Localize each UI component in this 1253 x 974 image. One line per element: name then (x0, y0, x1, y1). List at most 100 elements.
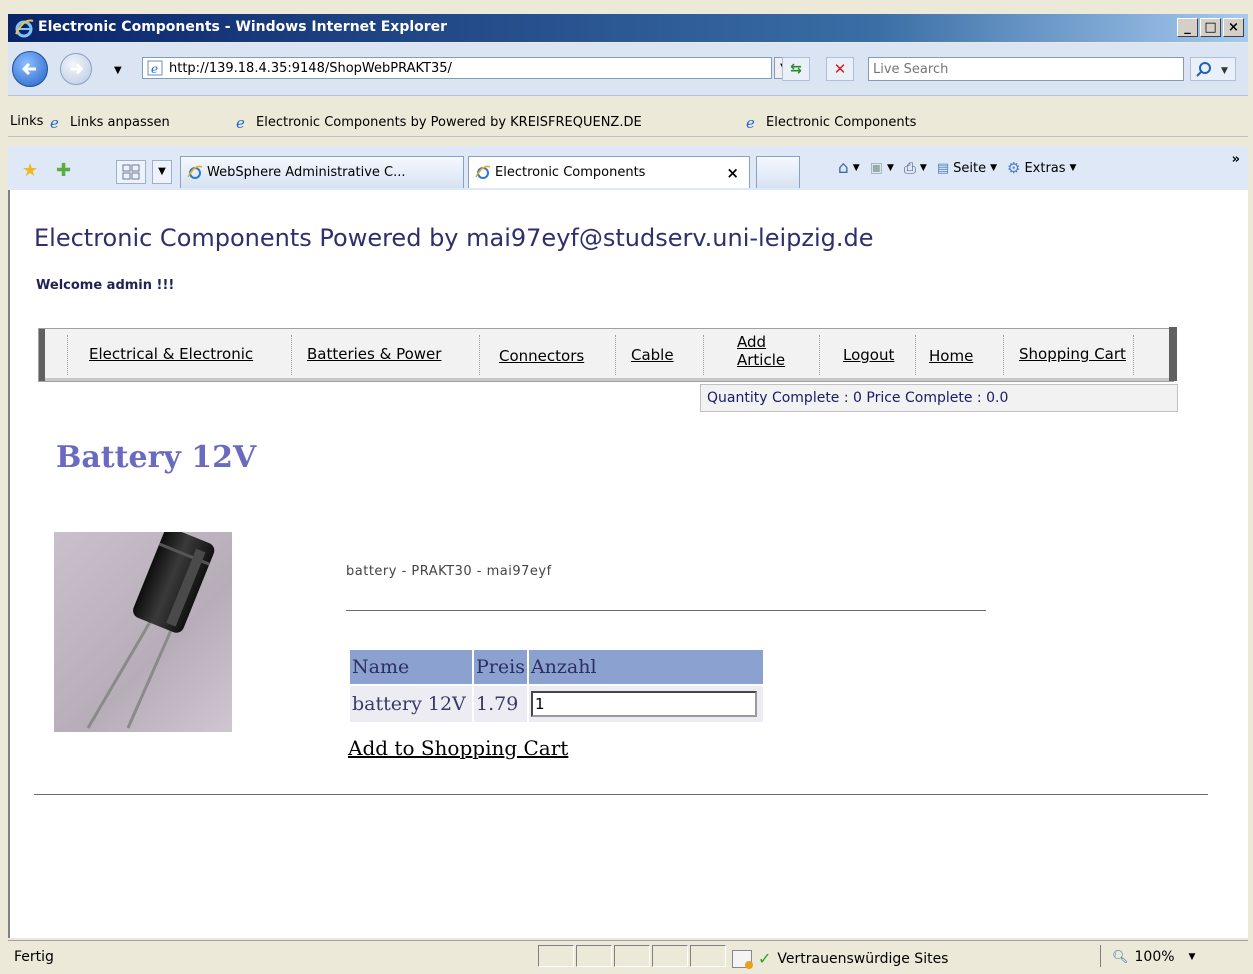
menu-add-article[interactable]: Add Article (737, 333, 785, 369)
main-menu: Electrical & Electronic Batteries & Powe… (38, 327, 1177, 382)
menu-add-article-line1: Add (737, 333, 767, 351)
cell-price: 1.79 (474, 686, 527, 722)
header-quantity: Anzahl (528, 650, 763, 684)
table-row: battery 12V 1.79 (350, 686, 763, 722)
history-dropdown-icon[interactable]: ▼ (114, 65, 122, 76)
zoom-level: 100% (1134, 949, 1175, 965)
extras-menu-button[interactable]: ⚙ Extras ▼ (1007, 159, 1076, 177)
window-title: Electronic Components - Windows Internet… (38, 19, 448, 35)
links-bar: Links e Links anpassen e Electronic Comp… (8, 106, 1248, 137)
title-bar: Electronic Components - Windows Internet… (8, 14, 1248, 42)
svg-text:e: e (151, 62, 158, 76)
link-kreisfrequenz[interactable]: e Electronic Components by Powered by KR… (234, 114, 642, 130)
security-zone-label: Vertrauenswürdige Sites (777, 950, 949, 967)
page-content: Electronic Components Powered by mai97ey… (8, 190, 1248, 938)
add-to-cart-link[interactable]: Add to Shopping Cart (348, 736, 568, 760)
tab-electronic-components-label: Electronic Components (495, 165, 646, 180)
product-table: Name Preis Anzahl battery 12V 1.79 (348, 648, 765, 724)
menu-add-article-line2: Article (737, 351, 786, 369)
gear-icon: ⚙ (1007, 159, 1021, 177)
quick-tabs-icon (122, 164, 140, 180)
menu-connectors[interactable]: Connectors (499, 347, 584, 365)
print-icon: ⎙ (903, 159, 916, 177)
address-toolbar: ▼ e ▼ ⇆ ✕ ▼ (8, 43, 1248, 96)
back-arrow-icon (21, 62, 36, 76)
add-favorite-icon[interactable]: ✚ (56, 160, 71, 181)
search-icon: ▼ (1196, 62, 1228, 77)
quantity-input[interactable] (530, 691, 757, 717)
status-text: Fertig (14, 949, 54, 965)
quick-tabs-button[interactable] (116, 160, 146, 184)
page-menu-button[interactable]: ▤ Seite ▼ (937, 161, 997, 176)
menu-shopping-cart[interactable]: Shopping Cart (1019, 345, 1126, 363)
svg-text:e: e (746, 114, 755, 130)
ie-link-icon: e (236, 114, 245, 130)
ie-tab-icon (475, 165, 491, 179)
cell-quantity (528, 686, 763, 722)
search-input[interactable] (873, 60, 1173, 78)
menu-electrical-electronic[interactable]: Electrical & Electronic (89, 345, 253, 363)
feeds-button[interactable]: ▣ ▼ (870, 160, 894, 176)
refresh-button[interactable]: ⇆ (782, 57, 810, 81)
page-ie-icon: e (147, 60, 163, 76)
home-button[interactable]: ⌂ ▼ (838, 158, 860, 178)
print-button[interactable]: ⎙ ▼ (904, 159, 927, 177)
forward-button[interactable] (60, 53, 92, 85)
zoom-icon: 🔍︎ (1112, 949, 1129, 965)
popup-blocker-icon (732, 949, 753, 969)
link-kreisfrequenz-label: Electronic Components by Powered by KREI… (256, 114, 642, 130)
svg-text:e: e (50, 114, 59, 130)
stop-button[interactable]: ✕ (826, 57, 854, 81)
link-customize[interactable]: e Links anpassen (48, 114, 170, 130)
tab-close-icon[interactable]: × (726, 164, 739, 182)
ie-link-icon: e (50, 114, 59, 130)
menu-home[interactable]: Home (929, 347, 973, 365)
menu-cable[interactable]: Cable (631, 346, 674, 364)
link-electronic-components[interactable]: e Electronic Components (744, 114, 916, 130)
tab-electronic-components[interactable]: Electronic Components × (468, 156, 750, 188)
address-field[interactable]: e (142, 57, 772, 79)
link-customize-label: Links anpassen (70, 114, 170, 130)
url-input[interactable] (169, 59, 749, 77)
tab-websphere[interactable]: WebSphere Administrative C... (180, 156, 464, 188)
zoom-control[interactable]: 🔍︎ 100% ▼ (1112, 949, 1195, 965)
zoom-dropdown-icon: ▼ (1188, 952, 1196, 962)
ie-tab-icon (187, 165, 203, 179)
product-description: battery - PRAKT30 - mai97eyf (346, 564, 552, 579)
search-field[interactable] (868, 57, 1184, 81)
new-tab-button[interactable] (756, 156, 800, 188)
tab-list-dropdown-icon[interactable]: ▼ (152, 160, 172, 184)
tab-websphere-label: WebSphere Administrative C... (207, 165, 406, 180)
search-button[interactable]: ▼ (1190, 57, 1236, 81)
cart-status: Quantity Complete : 0 Price Complete : 0… (700, 384, 1178, 412)
capacitor-image (86, 528, 215, 729)
security-zone[interactable]: ✓ Vertrauenswürdige Sites (732, 949, 949, 969)
product-title: Battery 12V (56, 440, 257, 475)
extras-menu-label: Extras (1024, 160, 1066, 176)
menu-logout[interactable]: Logout (843, 346, 894, 364)
browser-window: Electronic Components - Windows Internet… (0, 0, 1253, 974)
ie-link-icon: e (746, 114, 755, 130)
minimize-button[interactable]: _ (1177, 18, 1198, 37)
page-icon: ▤ (936, 160, 950, 176)
maximize-button[interactable]: □ (1200, 18, 1221, 37)
header-name: Name (350, 650, 472, 684)
favorites-star-icon[interactable]: ★ (22, 160, 38, 181)
product-image (54, 528, 232, 732)
divider (34, 794, 1208, 795)
ie-logo-icon (15, 19, 34, 38)
toolbar-overflow-icon[interactable]: » (1232, 152, 1240, 167)
back-button[interactable] (12, 51, 48, 87)
close-button[interactable]: × (1223, 18, 1244, 37)
divider (346, 610, 986, 611)
link-electronic-components-label: Electronic Components (766, 114, 917, 130)
menu-batteries-power[interactable]: Batteries & Power (307, 345, 441, 363)
home-icon: ⌂ (838, 158, 849, 178)
tabs-toolbar: ★ ✚ ▼ WebSphere Administrative C... Elec… (8, 146, 1248, 191)
feeds-icon: ▣ (869, 160, 883, 176)
check-icon: ✓ (758, 949, 772, 968)
status-bar: Fertig ✓ Vertrauenswürdige Sites 🔍︎ 100%… (8, 940, 1248, 971)
links-label: Links (10, 114, 44, 129)
site-title: Electronic Components Powered by mai97ey… (34, 224, 874, 252)
svg-text:e: e (236, 114, 245, 130)
